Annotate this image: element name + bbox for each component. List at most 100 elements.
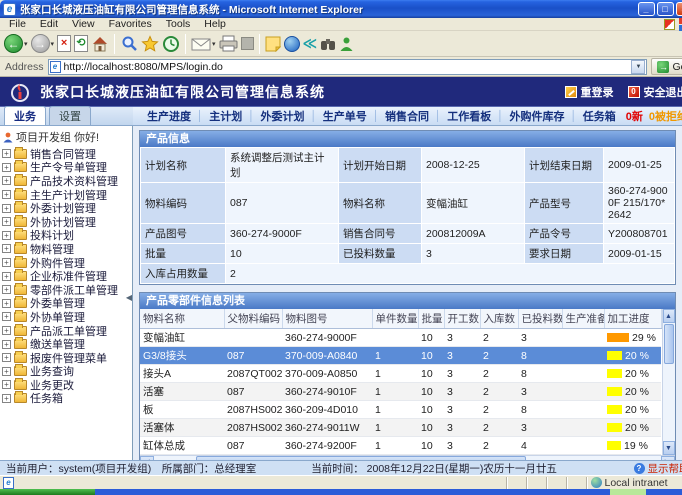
start-button[interactable] (0, 489, 95, 495)
column-header[interactable]: 单件数量 (372, 309, 418, 329)
table-row[interactable]: 缸体总成087360-274-9200F11032419 % (140, 437, 661, 455)
expand-icon[interactable]: + (2, 149, 11, 158)
logout-button[interactable]: 0安全退出 (628, 84, 682, 100)
new-tasks-badge[interactable]: 0新 (620, 108, 643, 124)
expand-icon[interactable]: + (2, 394, 11, 403)
scroll-thumb[interactable] (664, 324, 674, 364)
mail-button[interactable]: ▾ (191, 36, 216, 52)
research-button[interactable] (320, 37, 336, 51)
table-row[interactable]: 活塞体2087HS002360-274-9011W11032320 % (140, 419, 661, 437)
address-dropdown[interactable]: ▼ (631, 60, 645, 74)
tab-business[interactable]: 业务 (4, 106, 46, 125)
security-zone: Local intranet (586, 477, 682, 489)
scroll-thumb[interactable] (196, 456, 526, 460)
nav-item[interactable]: 外购件库存 (506, 108, 569, 124)
contact-button[interactable] (339, 36, 354, 52)
home-button[interactable] (91, 35, 109, 53)
folder-icon (14, 271, 27, 281)
sidebar-collapse-handle[interactable]: ◀ (126, 293, 132, 302)
parts-vscrollbar[interactable]: ▲ ▼ (662, 309, 675, 455)
field-label: 入库占用数量 (141, 264, 225, 283)
scroll-up-icon[interactable]: ▲ (663, 309, 675, 323)
expand-icon[interactable]: + (2, 299, 11, 308)
expand-icon[interactable]: + (2, 258, 11, 267)
nav-item[interactable]: 工作看板 (443, 108, 495, 124)
expand-icon[interactable]: + (2, 380, 11, 389)
expand-icon[interactable]: + (2, 367, 11, 376)
menu-item[interactable]: Favorites (102, 18, 159, 30)
table-row[interactable]: G3/8接头087370-009-A084011032820 % (140, 347, 661, 365)
column-header[interactable]: 加工进度 (604, 309, 661, 329)
show-help-link[interactable]: ? 显示帮助 (634, 461, 682, 476)
msn-explorer-button[interactable] (284, 36, 300, 52)
menu-item[interactable]: Edit (33, 18, 65, 30)
sidebar-item[interactable]: +业务更改 (2, 378, 132, 392)
menu-bar: FileEditViewFavoritesToolsHelp (0, 18, 682, 31)
print-button[interactable] (219, 35, 238, 52)
folder-icon (14, 285, 27, 295)
column-header[interactable]: 生产准备 (562, 309, 604, 329)
relogin-button[interactable]: 重登录 (565, 84, 614, 100)
addon-icon[interactable] (664, 19, 675, 30)
expand-icon[interactable]: + (2, 340, 11, 349)
expand-icon[interactable]: + (2, 312, 11, 321)
forward-button[interactable]: →▾ (31, 34, 55, 53)
folder-icon (14, 326, 27, 336)
back-button[interactable]: ←▾ (4, 34, 28, 53)
expand-icon[interactable]: + (2, 326, 11, 335)
folder-icon (14, 190, 27, 200)
notes-button[interactable] (265, 36, 281, 52)
expand-icon[interactable]: + (2, 353, 11, 362)
sidebar-item[interactable]: +任务箱 (2, 392, 132, 406)
go-button[interactable]: → Go (651, 58, 682, 75)
parts-hscrollbar[interactable]: ◀ ▶ (140, 455, 675, 460)
table-cell: 8 (518, 347, 562, 365)
expand-icon[interactable]: + (2, 204, 11, 213)
nav-item[interactable]: 主计划 (205, 108, 246, 124)
expand-icon[interactable]: + (2, 217, 11, 226)
stop-button[interactable]: × (57, 35, 71, 52)
progress-label: 20 % (625, 350, 649, 362)
refresh-button[interactable]: ⟲ (74, 35, 88, 52)
table-row[interactable]: 板2087HS002360-209-4D01011032820 % (140, 401, 661, 419)
nav-item[interactable]: 生产单号 (319, 108, 371, 124)
menu-item[interactable]: File (2, 18, 33, 30)
menu-item[interactable]: Help (197, 18, 233, 30)
favorites-button[interactable] (141, 35, 159, 53)
nav-item[interactable]: 任务箱 (579, 108, 620, 124)
rejected-tasks-badge[interactable]: 0被拒绝 (643, 108, 682, 124)
column-header[interactable]: 父物料编码 (224, 309, 282, 329)
expand-icon[interactable]: + (2, 190, 11, 199)
expand-icon[interactable]: + (2, 272, 11, 281)
column-header[interactable]: 批量 (418, 309, 444, 329)
scroll-down-icon[interactable]: ▼ (663, 441, 675, 455)
expand-icon[interactable]: + (2, 176, 11, 185)
nav-item[interactable]: 生产进度 (143, 108, 195, 124)
column-header[interactable]: 开工数 (444, 309, 480, 329)
column-header[interactable]: 物料名称 (140, 309, 224, 329)
table-row[interactable]: 变幅油缸360-274-9000F1032329 % (140, 329, 661, 347)
nav-item[interactable]: 销售合同 (381, 108, 433, 124)
expand-icon[interactable]: + (2, 244, 11, 253)
minimize-button[interactable]: _ (638, 2, 655, 16)
column-header[interactable]: 物料图号 (282, 309, 372, 329)
search-button[interactable] (120, 35, 138, 53)
table-row[interactable]: 接头A2087QT002370-009-A085011032820 % (140, 365, 661, 383)
tab-settings[interactable]: 设置 (49, 106, 91, 125)
address-input[interactable]: e http://localhost:8080/MPS/login.do ▼ (48, 59, 648, 75)
column-header[interactable]: 已投料数 (518, 309, 562, 329)
expand-icon[interactable]: + (2, 163, 11, 172)
column-header[interactable]: 入库数 (480, 309, 518, 329)
menu-item[interactable]: View (65, 18, 102, 30)
expand-icon[interactable]: + (2, 231, 11, 240)
expand-icon[interactable]: + (2, 285, 11, 294)
history-button[interactable] (162, 35, 180, 53)
maximize-button[interactable]: □ (657, 2, 674, 16)
messenger-button[interactable]: ≪ (303, 35, 318, 52)
taskbar[interactable] (0, 489, 682, 495)
edit-button[interactable] (241, 37, 254, 50)
close-button[interactable]: × (676, 2, 682, 16)
table-row[interactable]: 活塞087360-274-9010F11032320 % (140, 383, 661, 401)
menu-item[interactable]: Tools (159, 18, 198, 30)
nav-item[interactable]: 外委计划 (257, 108, 309, 124)
